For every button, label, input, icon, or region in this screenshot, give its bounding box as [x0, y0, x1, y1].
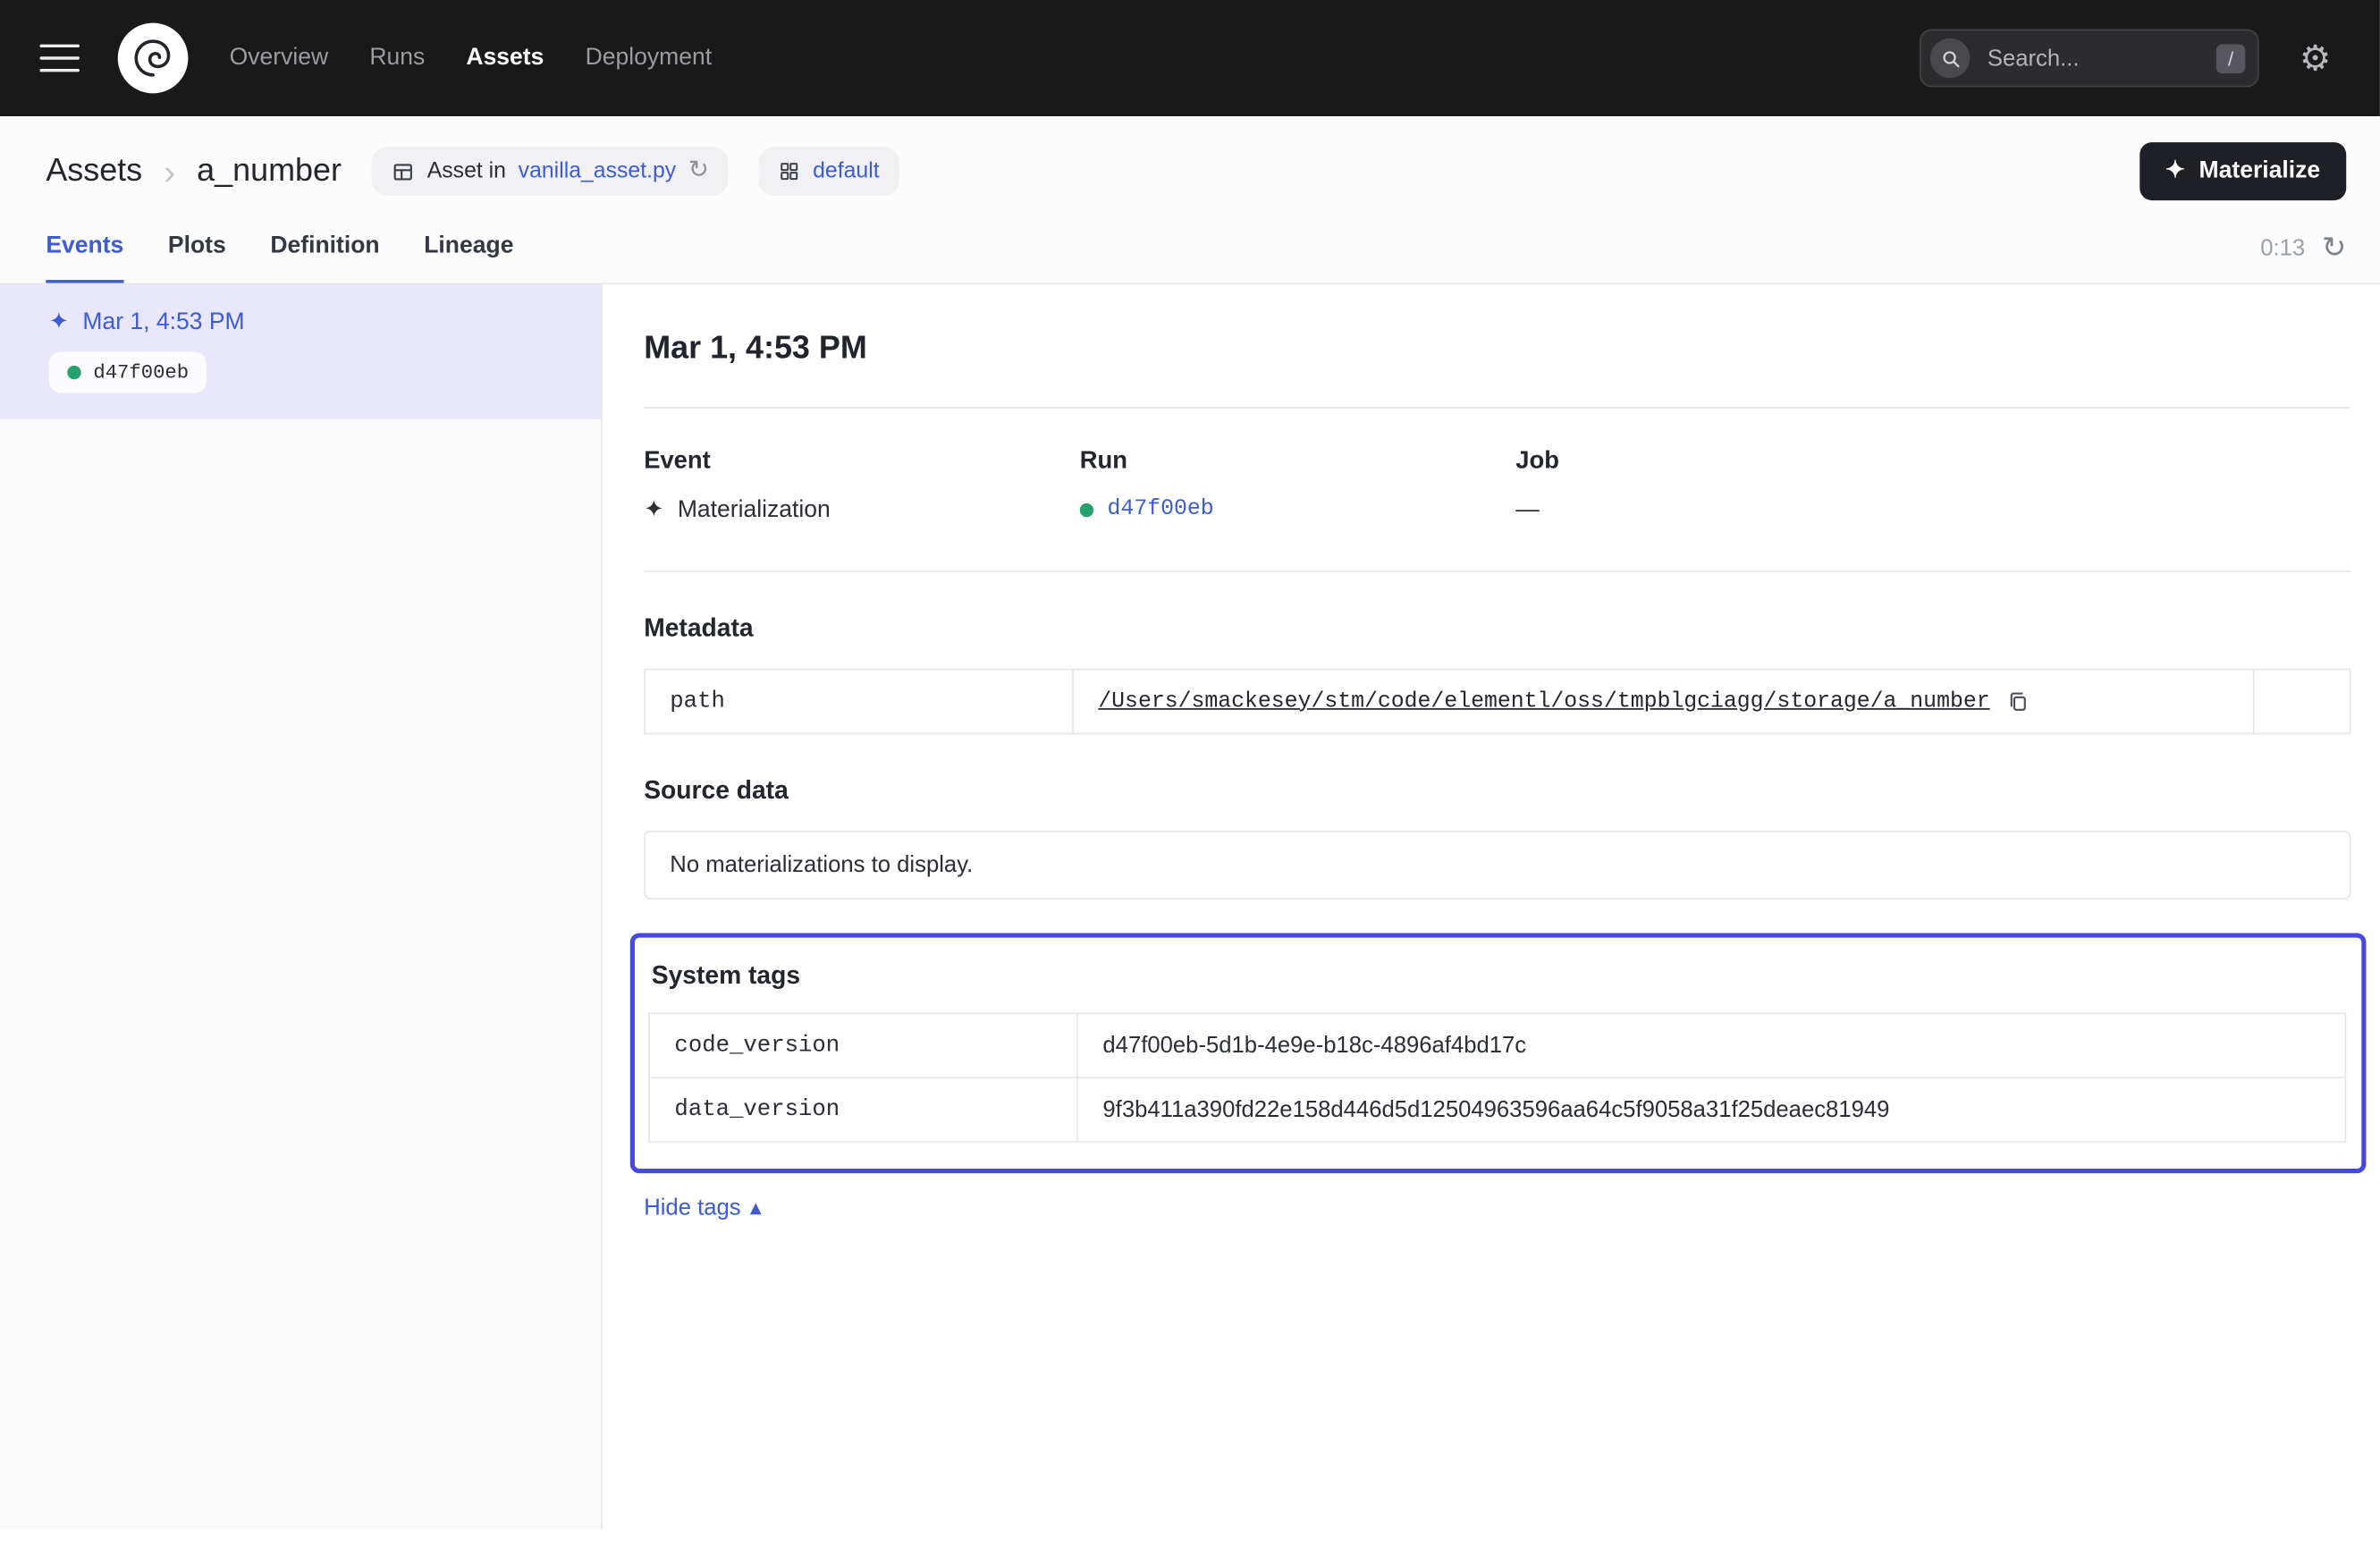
table-row: data_version 9f3b411a390fd22e158d446d5d1… — [649, 1077, 2345, 1142]
tab-plots[interactable]: Plots — [168, 232, 226, 283]
nav-item-deployment[interactable]: Deployment — [586, 45, 713, 72]
metadata-actions-cell — [2254, 669, 2350, 733]
asset-definition-badge: Asset in vanilla_asset.py ↻ — [372, 147, 729, 196]
run-id-text: d47f00eb — [93, 361, 189, 384]
events-sidebar: ✦ Mar 1, 4:53 PM d47f00eb — [0, 284, 603, 1530]
job-empty-value: — — [1515, 497, 1540, 525]
metadata-key: path — [645, 669, 1073, 733]
chevron-right-icon: › — [164, 154, 175, 189]
search-icon — [1931, 38, 1971, 78]
run-column: Run d47f00eb — [1080, 448, 1516, 525]
table-icon — [392, 160, 415, 183]
event-detail-pane: Mar 1, 4:53 PM Event ✦ Materialization R… — [603, 284, 2380, 1530]
system-tag-value: 9f3b411a390fd22e158d446d5d12504963596aa6… — [1077, 1077, 2345, 1142]
divider — [644, 407, 2350, 409]
refresh-timer: 0:13 — [2260, 235, 2305, 261]
metadata-heading: Metadata — [644, 615, 2350, 645]
path-link[interactable]: /Users/smackesey/stm/code/elementl/oss/t… — [1098, 689, 1989, 714]
top-navbar: Overview Runs Assets Deployment / ⚙ — [0, 0, 2380, 116]
gear-icon[interactable]: ⚙ — [2291, 39, 2341, 78]
event-column-label: Event — [644, 448, 1080, 476]
source-data-heading: Source data — [644, 777, 2350, 807]
run-id-pill: d47f00eb — [49, 351, 207, 393]
refresh-icon[interactable]: ↻ — [2322, 234, 2346, 264]
metadata-table: path /Users/smackesey/stm/code/elementl/… — [644, 669, 2350, 735]
materialize-button-label: Materialize — [2199, 157, 2321, 185]
event-list-item[interactable]: ✦ Mar 1, 4:53 PM d47f00eb — [0, 284, 601, 419]
asset-file-link[interactable]: vanilla_asset.py — [519, 159, 676, 183]
event-timestamp: Mar 1, 4:53 PM — [82, 309, 244, 337]
group-grid-icon — [779, 161, 800, 182]
menu-icon[interactable] — [39, 44, 79, 72]
table-row: code_version d47f00eb-5d1b-4e9e-b18c-489… — [649, 1013, 2345, 1077]
screenshot-stage: Overview Runs Assets Deployment / ⚙ Asse… — [0, 0, 2380, 1563]
primary-nav: Overview Runs Assets Deployment — [230, 45, 712, 72]
sparkle-icon: ✦ — [2165, 159, 2185, 183]
logo-swirl-icon — [129, 34, 178, 83]
copy-icon[interactable] — [2006, 689, 2030, 714]
nav-item-assets[interactable]: Assets — [466, 45, 544, 72]
group-default-link[interactable]: default — [813, 159, 879, 183]
asset-group-badge: default — [759, 147, 899, 196]
hide-tags-label: Hide tags — [644, 1194, 740, 1220]
run-status-dot — [1080, 503, 1093, 516]
event-column: Event ✦ Materialization — [644, 448, 1080, 525]
run-column-label: Run — [1080, 448, 1516, 476]
system-tag-key: data_version — [649, 1077, 1077, 1142]
dagster-logo[interactable] — [118, 23, 189, 94]
run-id-link[interactable]: d47f00eb — [1108, 497, 1214, 521]
divider — [644, 570, 2350, 572]
system-tags-highlight-box: System tags code_version d47f00eb-5d1b-4… — [630, 934, 2367, 1174]
system-tag-value: d47f00eb-5d1b-4e9e-b18c-4896af4bd17c — [1077, 1013, 2345, 1077]
search-shortcut-hint: / — [2215, 44, 2246, 73]
materialization-sparkle-icon: ✦ — [49, 311, 69, 335]
asset-tabs: Events Plots Definition Lineage 0:13 ↻ — [46, 232, 2346, 283]
search-input[interactable] — [1984, 44, 2202, 73]
search-box[interactable]: / — [1920, 30, 2260, 88]
materialization-sparkle-icon: ✦ — [644, 499, 663, 523]
tab-lineage[interactable]: Lineage — [424, 232, 513, 283]
system-tags-heading: System tags — [648, 962, 2346, 992]
event-summary-columns: Event ✦ Materialization Run d47f00eb Job — [644, 448, 2350, 525]
page-header: Assets › a_number Asset in vanilla_asset… — [0, 116, 2380, 284]
breadcrumb-assets-link[interactable]: Assets — [46, 153, 142, 190]
event-type-value: Materialization — [678, 497, 831, 525]
nav-item-runs[interactable]: Runs — [369, 45, 425, 72]
tab-events[interactable]: Events — [46, 232, 123, 283]
materialize-button[interactable]: ✦ Materialize — [2139, 142, 2346, 200]
asset-badge-prefix: Asset in — [427, 159, 506, 183]
job-column-label: Job — [1515, 448, 1559, 476]
nav-item-overview[interactable]: Overview — [230, 45, 329, 72]
reload-icon[interactable]: ↻ — [688, 159, 709, 183]
source-data-empty-message: No materializations to display. — [644, 831, 2350, 900]
system-tag-key: code_version — [649, 1013, 1077, 1077]
system-tags-table: code_version d47f00eb-5d1b-4e9e-b18c-489… — [648, 1012, 2346, 1142]
job-column: Job — — [1515, 448, 1559, 525]
caret-up-icon: ▴ — [750, 1193, 762, 1221]
hide-tags-link[interactable]: Hide tags ▴ — [644, 1193, 762, 1221]
breadcrumb: Assets › a_number Asset in vanilla_asset… — [46, 142, 2346, 200]
table-row: path /Users/smackesey/stm/code/elementl/… — [645, 669, 2350, 733]
run-status-dot — [67, 366, 80, 379]
breadcrumb-current-asset: a_number — [197, 153, 342, 190]
tab-definition[interactable]: Definition — [270, 232, 379, 283]
event-detail-title: Mar 1, 4:53 PM — [644, 331, 2350, 368]
